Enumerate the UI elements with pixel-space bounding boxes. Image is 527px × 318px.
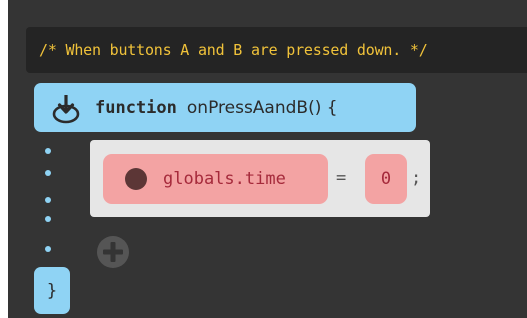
code-editor-canvas: /* When buttons A and B are pressed down… xyxy=(8,0,527,318)
plus-circle-icon xyxy=(96,235,130,274)
download-arrow-circle-icon xyxy=(49,91,83,125)
variable-name: globals.time xyxy=(163,169,286,189)
comment-text: /* When buttons A and B are pressed down… xyxy=(39,41,428,59)
statement-terminator: ; xyxy=(411,168,422,188)
assignment-statement[interactable]: globals.time = 0 ; xyxy=(90,140,430,217)
variable-pill[interactable]: globals.time xyxy=(103,154,328,204)
value-pill[interactable]: 0 xyxy=(365,154,407,204)
gutter-dot xyxy=(45,246,51,252)
variable-dot-icon xyxy=(125,168,147,190)
comment-block[interactable]: /* When buttons A and B are pressed down… xyxy=(26,27,527,73)
gutter-dot xyxy=(45,148,51,154)
gutter-dot xyxy=(45,170,51,176)
assignment-operator: = xyxy=(336,168,347,188)
function-header-block[interactable]: function onPressAandB() { xyxy=(34,83,416,132)
gutter-dot xyxy=(45,216,51,222)
block-gutter-dots xyxy=(44,148,52,258)
value-literal: 0 xyxy=(380,169,392,189)
add-statement-button[interactable] xyxy=(95,235,131,274)
function-closing-brace[interactable]: } xyxy=(34,267,70,314)
closing-brace-text: } xyxy=(46,280,58,301)
function-keyword: function xyxy=(95,97,177,118)
gutter-dot xyxy=(45,197,51,203)
function-signature[interactable]: onPressAandB() { xyxy=(187,98,338,118)
